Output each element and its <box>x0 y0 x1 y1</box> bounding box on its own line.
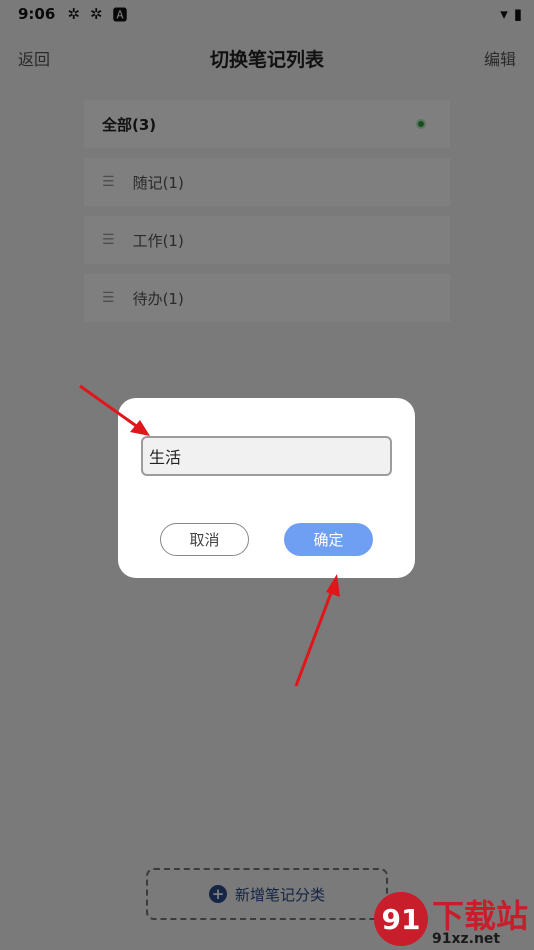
watermark-text: 下载站 91xz.net <box>432 900 528 946</box>
category-name-input[interactable]: 生活 <box>141 436 392 476</box>
watermark: 91 下载站 91xz.net <box>373 892 528 946</box>
watermark-name: 下载站 <box>431 897 528 935</box>
new-category-dialog: 生活 取消 确定 <box>118 398 415 578</box>
confirm-button[interactable]: 确定 <box>284 523 373 556</box>
cancel-button[interactable]: 取消 <box>160 523 249 556</box>
watermark-logo: 91 <box>373 892 428 946</box>
